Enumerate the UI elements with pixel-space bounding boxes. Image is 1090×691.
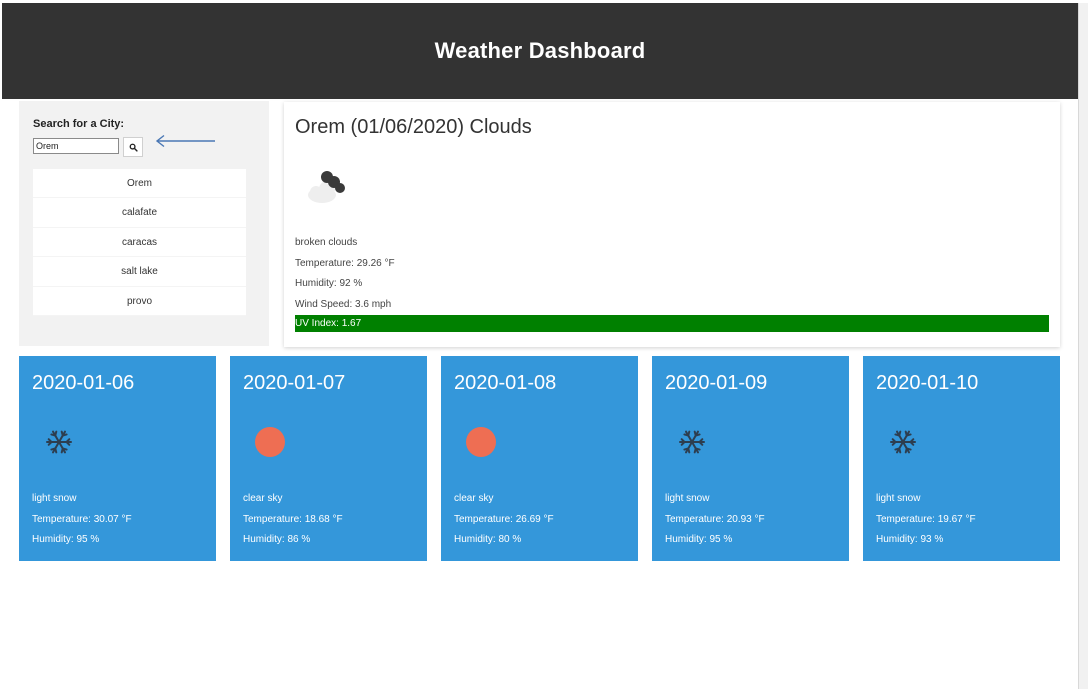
snowflake-icon — [679, 430, 705, 454]
current-weather-panel: Orem (01/06/2020) Clouds broken clouds T… — [284, 102, 1060, 347]
search-sidebar: Search for a City: Oremcalafatecaracassa… — [19, 101, 269, 346]
current-humidity: Humidity: 92 % — [295, 278, 363, 289]
forecast-temperature: Temperature: 30.07 °F — [32, 514, 132, 525]
forecast-humidity: Humidity: 93 % — [876, 534, 944, 545]
forecast-card: 2020-01-10 light snow Temperature: 19.67 °… — [863, 356, 1060, 561]
forecast-date: 2020-01-06 — [32, 372, 135, 394]
forecast-date: 2020-01-09 — [665, 372, 768, 394]
uv-index-bar: UV Index: 1.67 — [295, 315, 1049, 332]
sun-icon — [255, 427, 285, 457]
forecast-date: 2020-01-10 — [876, 372, 979, 394]
forecast-description: light snow — [876, 493, 921, 504]
forecast-description: light snow — [32, 493, 77, 504]
annotation-arrow-icon — [155, 134, 215, 148]
snowflake-icon — [46, 430, 72, 454]
history-item[interactable]: provo — [33, 287, 246, 316]
current-description: broken clouds — [295, 237, 358, 248]
forecast-card: 2020-01-08 clear sky Temperature: 26.69 °F… — [441, 356, 638, 561]
forecast-description: light snow — [665, 493, 710, 504]
search-icon — [129, 143, 138, 152]
current-weather-title: Orem (01/06/2020) Clouds — [295, 116, 532, 138]
history-item[interactable]: calafate — [33, 198, 246, 228]
page-header: Weather Dashboard — [2, 3, 1078, 99]
history-item[interactable]: Orem — [33, 169, 246, 199]
forecast-description: clear sky — [454, 493, 494, 504]
current-wind-speed: Wind Speed: 3.6 mph — [295, 299, 392, 310]
history-item[interactable]: salt lake — [33, 257, 246, 287]
page: Weather Dashboard Search for a City: Ore… — [2, 3, 1078, 689]
search-label: Search for a City: — [33, 118, 125, 130]
search-history-list: Orem calafate caracas salt lake provo — [33, 169, 246, 316]
forecast-temperature: Temperature: 18.68 °F — [243, 514, 343, 525]
forecast-temperature: Temperature: 19.67 °F — [876, 514, 976, 525]
forecast-card: 2020-01-06 light snow Temperature: 30.07 °… — [19, 356, 216, 561]
forecast-icon — [885, 424, 921, 465]
search-input[interactable] — [33, 138, 119, 154]
current-temperature: Temperature: 29.26 °F — [295, 258, 395, 269]
forecast-description: clear sky — [243, 493, 283, 504]
forecast-card: 2020-01-09 light snow Temperature: 20.93 °… — [652, 356, 849, 561]
forecast-date: 2020-01-08 — [454, 372, 557, 394]
forecast-icon — [674, 424, 710, 465]
forecast-date: 2020-01-07 — [243, 372, 346, 394]
page-title: Weather Dashboard — [434, 38, 646, 63]
search-button[interactable] — [123, 137, 143, 157]
history-item[interactable]: caracas — [33, 228, 246, 258]
snowflake-icon — [890, 430, 916, 454]
forecast-temperature: Temperature: 20.93 °F — [665, 514, 765, 525]
forecast-temperature: Temperature: 26.69 °F — [454, 514, 554, 525]
forecast-icon — [463, 424, 499, 465]
forecast-icon — [41, 424, 77, 465]
forecast-humidity: Humidity: 80 % — [454, 534, 522, 545]
forecast-icon — [252, 424, 288, 465]
forecast-humidity: Humidity: 95 % — [665, 534, 733, 545]
broken-clouds-icon — [308, 171, 345, 203]
forecast-card: 2020-01-07 clear sky Temperature: 18.68 °F… — [230, 356, 427, 561]
sun-icon — [466, 427, 496, 457]
scrollbar[interactable] — [1079, 3, 1088, 689]
forecast-humidity: Humidity: 95 % — [32, 534, 100, 545]
forecast-humidity: Humidity: 86 % — [243, 534, 311, 545]
